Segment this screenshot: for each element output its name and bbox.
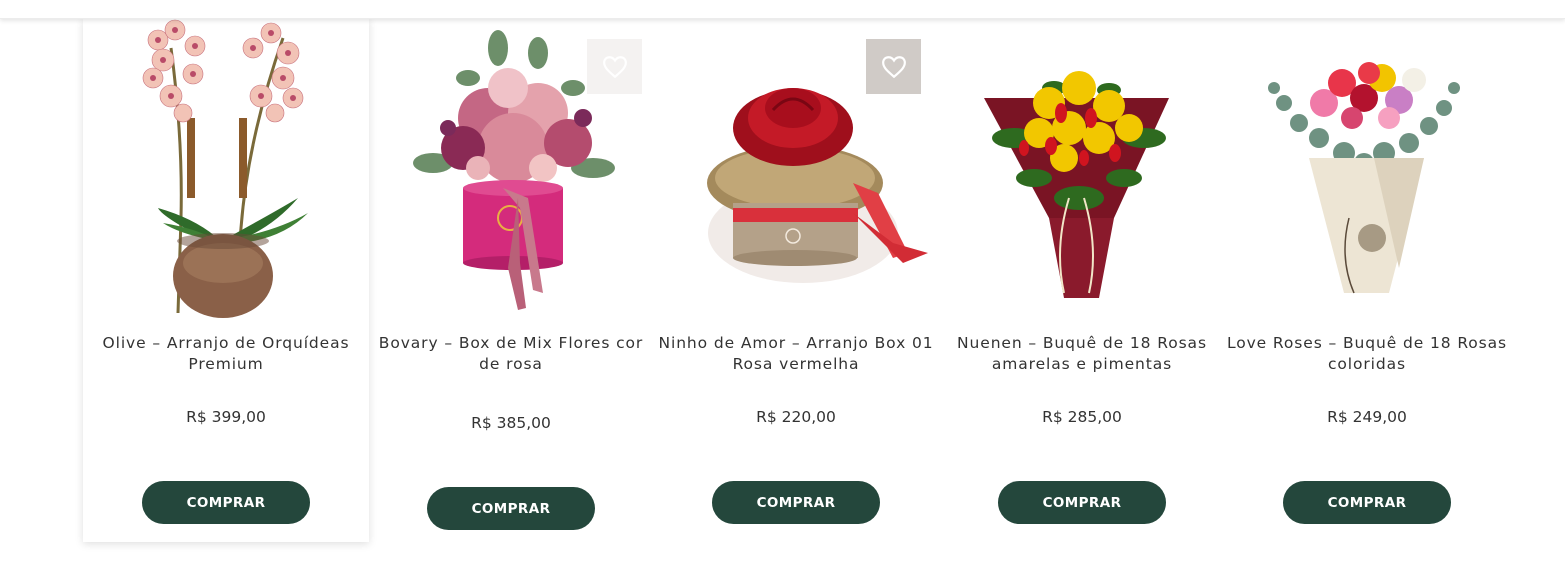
product-name[interactable]: Nuenen – Buquê de 18 Rosas amarelas e pi… (939, 333, 1225, 375)
product-name[interactable]: Olive – Arranjo de Orquídeas Premium (83, 333, 369, 375)
product-price: R$ 399,00 (186, 408, 266, 426)
product-image[interactable] (939, 18, 1225, 318)
favorite-button[interactable] (866, 39, 921, 94)
product-price: R$ 385,00 (471, 414, 551, 432)
product-image[interactable] (83, 18, 369, 318)
favorite-button[interactable] (587, 39, 642, 94)
header-bar (0, 0, 1565, 19)
product-card[interactable]: Olive – Arranjo de Orquídeas Premium R$ … (83, 18, 369, 542)
product-price: R$ 285,00 (1042, 408, 1122, 426)
product-name[interactable]: Love Roses – Buquê de 18 Rosas coloridas (1224, 333, 1510, 375)
product-card[interactable]: Ninho de Amor – Arranjo Box 01 Rosa verm… (653, 18, 939, 542)
buy-button[interactable]: COMPRAR (427, 487, 595, 530)
product-image[interactable] (1224, 18, 1510, 318)
buy-button[interactable]: COMPRAR (142, 481, 310, 524)
buy-button[interactable]: COMPRAR (998, 481, 1166, 524)
product-name[interactable]: Ninho de Amor – Arranjo Box 01 Rosa verm… (653, 333, 939, 375)
heart-icon (881, 55, 906, 78)
buy-button[interactable]: COMPRAR (1283, 481, 1451, 524)
heart-icon (602, 55, 627, 78)
product-card[interactable]: Bovary – Box de Mix Flores cor de rosa R… (368, 18, 654, 542)
product-price: R$ 249,00 (1327, 408, 1407, 426)
buy-button[interactable]: COMPRAR (712, 481, 880, 524)
product-price: R$ 220,00 (756, 408, 836, 426)
product-card[interactable]: Nuenen – Buquê de 18 Rosas amarelas e pi… (939, 18, 1225, 542)
product-name[interactable]: Bovary – Box de Mix Flores cor de rosa (368, 333, 654, 375)
product-card[interactable]: Love Roses – Buquê de 18 Rosas coloridas… (1224, 18, 1510, 542)
